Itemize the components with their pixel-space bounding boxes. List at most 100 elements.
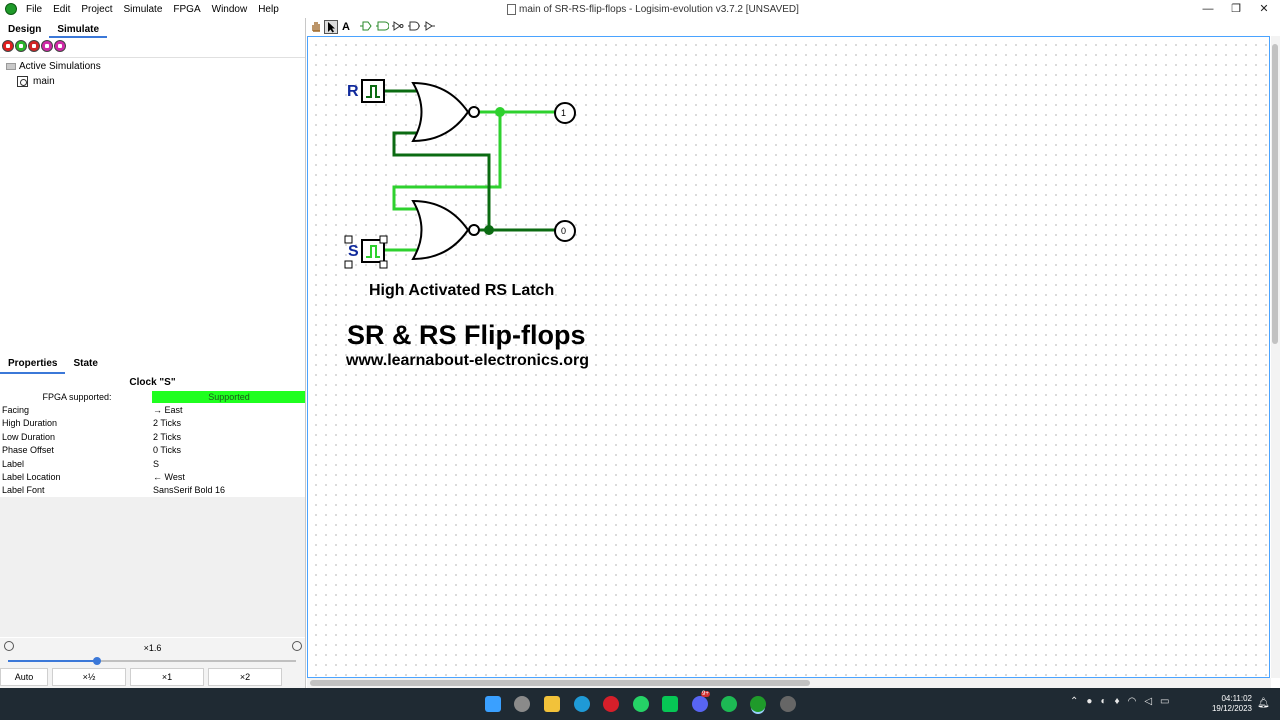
property-row-label-location[interactable]: Label Location ← West [0, 470, 305, 483]
tree-item-main[interactable]: main [17, 76, 55, 87]
horizontal-scroll-thumb[interactable] [310, 680, 810, 686]
label-r: R [347, 83, 359, 100]
windows-taskbar: 9+ ⌃ ● ◐ ♦ ◠ ◁ ▭ 04:11:02 19/12/2023 🔔︎ [0, 688, 1280, 720]
property-value[interactable]: S [152, 459, 305, 469]
zoom-slider-thumb[interactable] [93, 657, 102, 665]
property-value[interactable]: ← West [152, 472, 305, 482]
property-key: FPGA supported: [42, 391, 112, 402]
minimize-button[interactable]: — [1196, 2, 1220, 16]
property-value[interactable]: SansSerif Bold 16 [152, 485, 305, 495]
and-gate-icon[interactable] [423, 20, 437, 34]
clock-r[interactable] [361, 79, 385, 103]
zoom-2x-button[interactable]: ×2 [208, 668, 282, 686]
tab-properties[interactable]: Properties [0, 356, 66, 374]
zoom-controls: ×1.6 Auto ×½ ×1 ×2 [0, 638, 305, 688]
output-pin-icon[interactable] [375, 20, 390, 34]
zoom-1x-button[interactable]: ×1 [130, 668, 204, 686]
whatsapp-icon[interactable] [633, 696, 649, 712]
wifi-icon[interactable]: ◠ [1128, 696, 1137, 707]
property-value[interactable]: → East [152, 405, 305, 415]
clock-time: 04:11:02 [1221, 694, 1252, 703]
menu-project[interactable]: Project [81, 4, 112, 15]
folder-icon [6, 63, 16, 70]
file-explorer-icon[interactable] [544, 696, 560, 712]
tab-design[interactable]: Design [0, 22, 49, 38]
property-key: Phase Offset [2, 445, 54, 456]
hand-tool-icon[interactable] [309, 20, 323, 34]
zoom-slider-fill [8, 660, 98, 662]
buffer-gate-icon[interactable] [407, 20, 421, 34]
zoom-in-icon[interactable] [292, 641, 302, 651]
property-row-phase-offset[interactable]: Phase Offset 0 Ticks [0, 444, 305, 457]
property-row-facing[interactable]: Facing → East [0, 403, 305, 416]
tray-app-icon[interactable]: ● [1086, 696, 1092, 707]
maximize-button[interactable]: ❐ [1224, 2, 1248, 16]
step-icon[interactable] [15, 40, 27, 52]
property-value[interactable]: 0 Ticks [152, 445, 305, 455]
close-button[interactable]: ✕ [1252, 2, 1276, 16]
select-tool-icon[interactable] [324, 20, 338, 34]
property-key: High Duration [2, 418, 58, 429]
chevron-up-icon[interactable]: ⌃ [1070, 696, 1078, 707]
record-icon[interactable] [780, 696, 796, 712]
menu-window[interactable]: Window [212, 4, 248, 15]
tick-stop-icon[interactable] [54, 40, 66, 52]
discord-badge: 9+ [701, 691, 710, 697]
text-tool-icon[interactable]: A [339, 20, 353, 34]
latch-caption: High Activated RS Latch [369, 282, 555, 299]
menu-fpga[interactable]: FPGA [173, 4, 200, 15]
circuit-canvas[interactable]: R S 1 0 High Activated RS Latch SR & RS … [307, 36, 1270, 678]
tab-simulate[interactable]: Simulate [49, 22, 108, 38]
menu-simulate[interactable]: Simulate [123, 4, 162, 15]
battery-icon[interactable]: ▭ [1160, 696, 1169, 707]
logisim-window: File Edit Project Simulate FPGA Window H… [0, 0, 1280, 720]
logisim-app-icon[interactable] [5, 3, 17, 15]
property-value[interactable]: 2 Ticks [152, 418, 305, 428]
properties-tabs: Properties State [0, 356, 106, 374]
menu-edit[interactable]: Edit [53, 4, 70, 15]
logisim-icon[interactable] [750, 696, 766, 712]
property-row-low-duration[interactable]: Low Duration 2 Ticks [0, 430, 305, 443]
notification-bell-icon[interactable]: 🔔︎ [1257, 698, 1270, 710]
spotify-icon[interactable] [721, 696, 737, 712]
tick-icon[interactable] [28, 40, 40, 52]
tree-item-label: main [33, 76, 55, 87]
menu-help[interactable]: Help [258, 4, 279, 15]
property-key: Label [2, 458, 25, 469]
zoom-slider[interactable] [8, 657, 296, 665]
vertical-scrollbar[interactable] [1271, 36, 1280, 678]
property-row-label-font[interactable]: Label Font SansSerif Bold 16 [0, 484, 305, 497]
circuit-magnifier-icon [17, 76, 28, 87]
security-icon[interactable]: ◐ [1100, 696, 1106, 707]
property-value: Supported [152, 390, 305, 403]
opera-icon[interactable] [603, 696, 619, 712]
menu-bar: File Edit Project Simulate FPGA Window H… [26, 4, 290, 15]
system-clock[interactable]: 04:11:02 19/12/2023 [1200, 694, 1252, 714]
nor-gate-bottom [411, 199, 480, 261]
volume-icon[interactable]: ◁ [1144, 696, 1152, 707]
stop-icon[interactable] [2, 40, 14, 52]
property-row-high-duration[interactable]: High Duration 2 Ticks [0, 417, 305, 430]
edge-icon[interactable] [574, 696, 590, 712]
zoom-auto-button[interactable]: Auto [0, 668, 48, 686]
properties-title: Clock "S" [129, 377, 176, 388]
input-pin-icon[interactable] [359, 20, 373, 34]
vertical-scroll-thumb[interactable] [1272, 44, 1278, 344]
tab-state[interactable]: State [65, 356, 105, 374]
windows-start-icon[interactable] [485, 696, 501, 712]
menu-file[interactable]: File [26, 4, 42, 15]
line-icon[interactable] [662, 696, 678, 712]
property-value[interactable]: 2 Ticks [152, 432, 305, 442]
tree-item-active-simulations[interactable]: Active Simulations [6, 61, 101, 72]
tick-half-icon[interactable] [41, 40, 53, 52]
horizontal-scrollbar[interactable] [307, 678, 1271, 688]
discord-icon[interactable]: 9+ [692, 691, 710, 712]
settings-icon[interactable] [514, 696, 530, 712]
simulation-toolbar [2, 40, 66, 54]
website-url: www.learnabout-electronics.org [346, 352, 590, 369]
not-gate-icon[interactable] [391, 20, 405, 34]
junction-q [495, 107, 505, 117]
microphone-icon[interactable]: ♦ [1114, 696, 1119, 707]
property-row-label[interactable]: Label S [0, 457, 305, 470]
zoom-half-button[interactable]: ×½ [52, 668, 126, 686]
